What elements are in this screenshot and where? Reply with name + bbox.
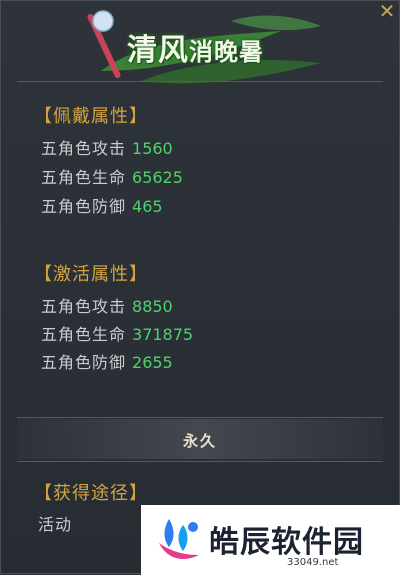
duration-label: 永久 — [182, 432, 217, 450]
item-title-main: 清风 — [127, 33, 189, 68]
item-title: 清风消晚暑 — [127, 25, 264, 69]
item-tooltip-panel: ✕ 清风消晚暑 【佩戴属性】 五角色攻击 1560 五角色生命 65625 五角色防… — [0, 0, 400, 575]
wear-section-title: 【佩戴属性】 — [34, 106, 148, 127]
stat-label: 五角色生命 — [41, 325, 127, 344]
wear-stat-row: 五角色防御 465 — [41, 193, 163, 217]
stat-label: 五角色生命 — [41, 168, 127, 187]
divider — [17, 417, 383, 418]
activate-section-title: 【激活属性】 — [34, 264, 148, 285]
watermark-logo-icon — [159, 519, 199, 559]
stat-label: 五角色攻击 — [41, 297, 127, 316]
duration-band: 永久 — [17, 419, 383, 459]
stat-label: 五角色防御 — [41, 197, 127, 216]
divider — [17, 461, 383, 462]
source-section-title: 【获得途径】 — [34, 483, 148, 504]
stat-value: 465 — [132, 197, 163, 216]
activate-stat-row: 五角色防御 2655 — [41, 349, 173, 373]
stat-value: 2655 — [132, 353, 173, 372]
activate-stat-row: 五角色生命 371875 — [41, 321, 193, 345]
close-icon[interactable]: ✕ — [377, 1, 397, 21]
item-title-sub: 消晚暑 — [189, 37, 264, 66]
stat-value: 1560 — [132, 139, 173, 158]
stat-value: 371875 — [132, 325, 194, 344]
stat-label: 五角色攻击 — [41, 139, 127, 158]
stat-value: 8850 — [132, 297, 173, 316]
wear-stat-row: 五角色生命 65625 — [41, 164, 183, 188]
stat-value: 65625 — [132, 168, 183, 187]
wind-chime-icon — [92, 10, 114, 32]
activate-stat-row: 五角色攻击 8850 — [41, 293, 173, 317]
source-value: 活动 — [38, 515, 73, 534]
watermark: 皓辰软件园 33049.net — [141, 505, 400, 575]
watermark-url: 33049.net — [287, 557, 339, 568]
watermark-text: 皓辰软件园 — [209, 525, 364, 560]
header-divider — [17, 81, 383, 82]
stat-label: 五角色防御 — [41, 353, 127, 372]
wear-stat-row: 五角色攻击 1560 — [41, 135, 173, 159]
